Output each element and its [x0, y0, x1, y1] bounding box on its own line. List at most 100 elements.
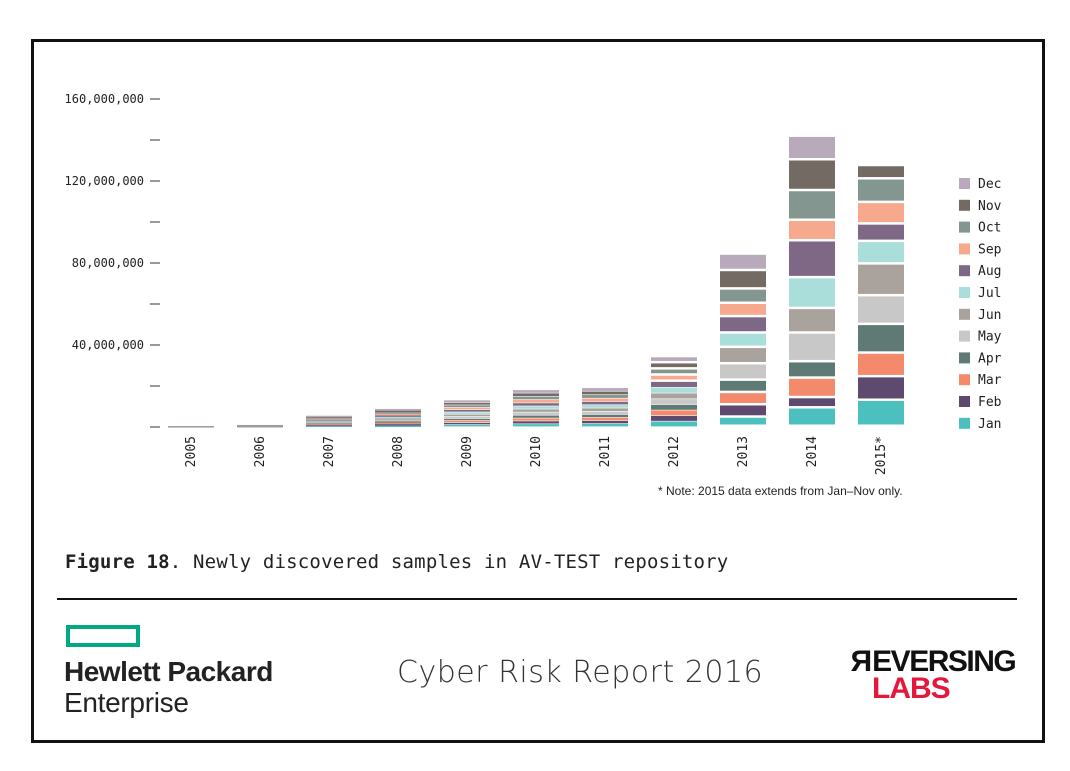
chart-annotation: * Note: 2015 data extends from Jan–Nov o…	[658, 484, 903, 498]
hpe-logo-text: Hewlett Packard	[64, 656, 273, 687]
bar-segment-feb	[720, 405, 766, 416]
bar-stack-2010	[513, 390, 559, 427]
bar-segment-nov	[444, 402, 490, 405]
bar-segment-jan	[306, 426, 352, 427]
legend-swatch	[959, 287, 970, 298]
bar-segment-jul	[858, 242, 904, 263]
bar-segment-apr	[651, 404, 697, 410]
legend-item-apr: Apr	[959, 351, 1002, 366]
legend-label: Jul	[978, 286, 1001, 301]
bar-segment-jun	[513, 409, 559, 412]
y-axis: 40,000,000 80,000,000 120,000,000 160,000,0…	[65, 92, 160, 428]
bar-segment-sep	[651, 375, 697, 380]
bar-segment-mar	[306, 424, 352, 426]
bar-segment-sep	[375, 413, 421, 416]
bar-segment-apr	[582, 414, 628, 418]
bar-segment-feb	[375, 424, 421, 426]
legend-swatch	[959, 396, 970, 407]
legend-swatch	[959, 417, 970, 429]
hpe-logo-icon	[66, 625, 140, 647]
bar-stack-2009	[444, 400, 490, 427]
legend-swatch	[959, 265, 970, 277]
bar-segment-mar	[582, 417, 628, 421]
bar-segment-aug	[720, 317, 766, 332]
bar-segment-jul	[513, 406, 559, 409]
bar-segment-may	[513, 412, 559, 415]
x-tick-label: 2007	[322, 436, 337, 467]
bar-segment-apr	[306, 423, 352, 425]
bar-segment-oct	[582, 395, 628, 398]
bar-segment-jan	[513, 424, 559, 427]
bar-segment-aug	[513, 403, 559, 406]
bar-stack-2015	[858, 166, 904, 425]
reversinglabs-mirrored-r: R	[852, 645, 873, 678]
bar-segment-dec	[444, 400, 490, 403]
bar-segment-may	[858, 296, 904, 323]
bar-segment-jun	[789, 309, 835, 332]
bar-segment-nov	[375, 410, 421, 413]
legend-label: Oct	[978, 221, 1001, 236]
footer-divider	[57, 598, 1017, 600]
bar-segment-aug	[582, 401, 628, 405]
x-tick-label: 2014	[805, 436, 820, 467]
bar-segment-dec	[720, 254, 766, 269]
bar-segment-apr	[720, 380, 766, 391]
bar-segment-sep	[789, 220, 835, 239]
bar-segment-may	[375, 419, 421, 422]
bar-segment-mar	[789, 378, 835, 396]
bar-segment-may	[651, 399, 697, 405]
legend-label: Apr	[978, 351, 1002, 366]
legend-item-nov: Nov	[959, 199, 1002, 214]
bar-segment-jun	[375, 418, 421, 420]
stacked-bar-chart: 40,000,000 80,000,000 120,000,000 160,000,0…	[65, 92, 1002, 498]
bar-segment-jan	[720, 417, 766, 425]
legend-swatch	[959, 221, 970, 233]
bar-segment-feb	[513, 421, 559, 424]
bar-segment-apr	[789, 362, 835, 377]
legend-swatch	[959, 308, 970, 320]
legend-label: Jun	[978, 308, 1001, 323]
bar-segment-dec	[582, 388, 628, 391]
bar-segment-aug	[651, 381, 697, 388]
legend-label: Jan	[978, 417, 1001, 432]
bar-segment-nov	[651, 363, 697, 368]
y-tick-label: 120,000,000	[65, 174, 144, 188]
bar-segment-jul	[651, 387, 697, 393]
bar-segment-jun	[720, 348, 766, 362]
bar-segment-may	[720, 364, 766, 379]
legend-item-may: May	[959, 330, 1002, 345]
bar-segment-nov	[306, 416, 352, 418]
bar-segment-aug	[444, 409, 490, 412]
legend-label: Aug	[978, 264, 1001, 279]
bar-segment-jun	[858, 264, 904, 294]
bar-segment-dec	[789, 136, 835, 158]
bar-segment-mar	[513, 418, 559, 421]
hpe-logo-subtext: Enterprise	[64, 687, 189, 718]
bar-segment-may	[789, 333, 835, 360]
bar-segment-feb	[444, 422, 490, 425]
bar-segment-jul	[582, 405, 628, 408]
bar-stack-2014	[789, 136, 835, 425]
legend-item-jul: Jul	[959, 286, 1001, 301]
bar-segment-dec	[513, 390, 559, 393]
x-tick-label: 2005	[184, 436, 199, 467]
bar-segment-jun	[306, 421, 352, 423]
bar-segment-sep	[306, 418, 352, 420]
y-tick-label: 40,000,000	[72, 338, 144, 352]
bar-segment-jun	[444, 414, 490, 417]
bar-segment-sep	[513, 399, 559, 403]
bar-segment-jul	[444, 412, 490, 414]
y-tick-label: 80,000,000	[72, 256, 144, 270]
bar-stack-2005	[168, 425, 214, 428]
bar-segment-dec	[168, 425, 214, 427]
x-tick-label: 2006	[253, 436, 268, 467]
bar-segment-feb	[582, 420, 628, 424]
bar-segment-sep	[720, 304, 766, 315]
bar-segment-may	[306, 422, 352, 424]
bar-segment-may	[582, 411, 628, 415]
legend-item-oct: Oct	[959, 221, 1001, 236]
legend-swatch	[959, 352, 970, 364]
bar-segment-oct	[375, 412, 421, 414]
bar-segment-dec	[237, 424, 283, 426]
bar-segment-mar	[375, 422, 421, 425]
